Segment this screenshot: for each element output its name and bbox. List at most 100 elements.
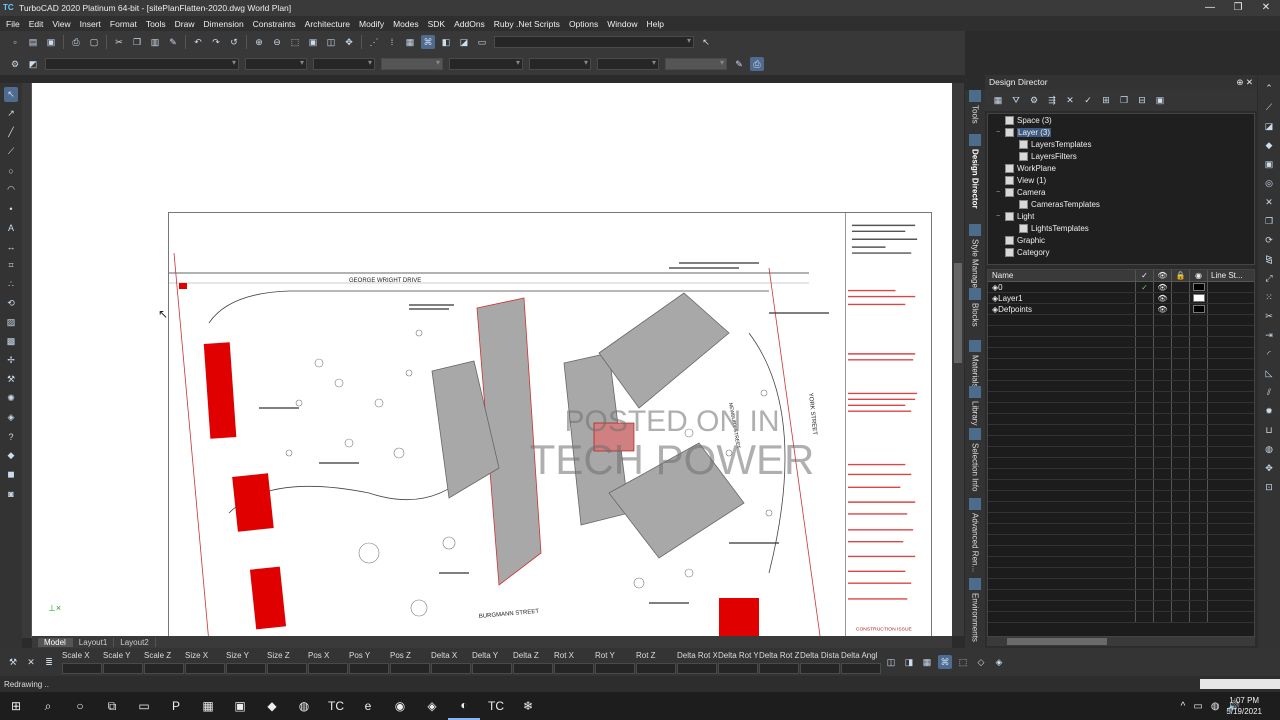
layer-row[interactable]: ◈ Layer1 👁 <box>988 293 1254 304</box>
layer-color-cell[interactable] <box>1190 304 1208 314</box>
taskbar-clock[interactable]: 1:07 PM 5/19/2021 <box>1226 695 1262 717</box>
taskbar-app-6-icon[interactable]: ▦ <box>192 692 224 720</box>
pin-close-icons[interactable]: ⊕ ✕ <box>1236 77 1253 88</box>
construction-tool-icon[interactable]: ⌗ <box>4 258 18 273</box>
move-icon[interactable]: ✥ <box>1262 461 1276 476</box>
size-y-input[interactable] <box>226 662 266 674</box>
menu-draw[interactable]: Draw <box>175 19 195 29</box>
copy-icon[interactable]: ❐ <box>130 35 144 49</box>
properties-icon[interactable]: ⚙ <box>1027 93 1041 107</box>
extend-icon[interactable]: ⇥ <box>1262 328 1276 343</box>
print-icon[interactable]: ⎙ <box>69 35 83 49</box>
hierarchy-icon[interactable]: ⊟ <box>1135 93 1149 107</box>
tree-node-layer-3[interactable]: − Layer (3) <box>988 126 1254 138</box>
layer-line-style[interactable] <box>1208 293 1254 303</box>
ortho-icon[interactable]: ▦ <box>403 35 417 49</box>
taskbar-app-1-icon[interactable]: ⌕ <box>32 692 64 720</box>
undo-history-icon[interactable]: ↺ <box>227 35 241 49</box>
delta-dista-input[interactable] <box>800 662 840 674</box>
rot-x-input[interactable] <box>554 662 594 674</box>
cut-icon[interactable]: ✂ <box>112 35 126 49</box>
pointer-icon[interactable]: ↖ <box>699 35 713 49</box>
pos-x-input[interactable] <box>308 662 348 674</box>
select-arrow-icon[interactable]: ↖ <box>4 87 18 102</box>
snap-end-icon[interactable]: ◆ <box>1262 138 1276 153</box>
scale-z-input[interactable] <box>144 662 184 674</box>
dimension-tool-icon[interactable]: ↔ <box>4 239 18 254</box>
taskbar-app-12-icon[interactable]: ◉ <box>384 692 416 720</box>
cancel-icon[interactable]: ✕ <box>24 655 38 669</box>
open-folder-icon[interactable]: ▤ <box>26 35 40 49</box>
taskbar-app-13-icon[interactable]: ◈ <box>416 692 448 720</box>
undo-icon[interactable]: ↶ <box>191 35 205 49</box>
delete-icon[interactable]: ✕ <box>1063 93 1077 107</box>
redo-icon[interactable]: ↷ <box>209 35 223 49</box>
snap-vertex-icon[interactable]: ◇ <box>974 655 988 669</box>
print-properties-icon[interactable]: ⎙ <box>750 57 764 71</box>
join-icon[interactable]: ⊔ <box>1262 423 1276 438</box>
line-scale-combo[interactable] <box>449 58 523 70</box>
array-icon[interactable]: ⁙ <box>1262 290 1276 305</box>
globe-icon[interactable]: ◍ <box>1262 442 1276 457</box>
column-line-style[interactable]: Line St... <box>1208 270 1254 281</box>
inquiry-tool-icon[interactable]: ? <box>4 429 18 444</box>
grid-icon[interactable]: ⁞ <box>385 35 399 49</box>
color-tool-icon[interactable]: ◼ <box>4 467 18 482</box>
delta-z-input[interactable] <box>513 662 553 674</box>
snap-nearest-icon[interactable]: ◈ <box>992 655 1006 669</box>
tree-node-camera[interactable]: − Camera <box>988 186 1254 198</box>
menu-view[interactable]: View <box>52 19 70 29</box>
template-icon[interactable]: ▣ <box>1153 93 1167 107</box>
menu-architecture[interactable]: Architecture <box>305 19 350 29</box>
drawing-canvas[interactable]: GEORGE WRIGHT DRIVE BURGMANN STREET YORK… <box>32 83 952 636</box>
current-layer-check-icon[interactable] <box>1136 293 1154 303</box>
arc-tool-icon[interactable]: ◠ <box>4 182 18 197</box>
menu-ruby-net-scripts[interactable]: Ruby .Net Scripts <box>494 19 560 29</box>
tree-node-camerastemplates[interactable]: CamerasTemplates <box>988 198 1254 210</box>
gear-icon[interactable]: ⚙ <box>8 57 22 71</box>
menu-addons[interactable]: AddOns <box>454 19 485 29</box>
command-combo[interactable] <box>494 36 694 48</box>
layer-line-style[interactable] <box>1208 282 1254 292</box>
taskbar-app-5-icon[interactable]: P <box>160 692 192 720</box>
tree-node-light[interactable]: − Light <box>988 210 1254 222</box>
scrollbar-thumb[interactable] <box>954 263 962 363</box>
scale-x-input[interactable] <box>62 662 102 674</box>
tree-node-graphic[interactable]: Graphic <box>988 234 1254 246</box>
delta-y-input[interactable] <box>472 662 512 674</box>
menu-constraints[interactable]: Constraints <box>253 19 296 29</box>
menu-tools[interactable]: Tools <box>146 19 166 29</box>
side-tab-style-manager[interactable]: Style Manager <box>967 224 983 291</box>
snap-icon[interactable]: ⋰ <box>367 35 381 49</box>
tree-node-workplane[interactable]: WorkPlane <box>988 162 1254 174</box>
tree-node-layersfilters[interactable]: LayersFilters <box>988 150 1254 162</box>
pencil-icon[interactable]: ✎ <box>732 57 746 71</box>
delta-rot-z-input[interactable] <box>759 662 799 674</box>
snap-tool-icon[interactable]: ∴ <box>4 277 18 292</box>
pattern-combo[interactable] <box>529 58 591 70</box>
lock-toggle[interactable] <box>1172 293 1190 303</box>
tree-node-category[interactable]: Category <box>988 246 1254 258</box>
offset-icon[interactable]: ⫽ <box>1262 385 1276 400</box>
new-layer-icon[interactable]: ▦ <box>991 93 1005 107</box>
zoom-extents-icon[interactable]: ▣ <box>306 35 320 49</box>
chevron-up-icon[interactable]: ⌃ <box>1262 81 1276 96</box>
layer-properties-icon[interactable]: ◩ <box>26 57 40 71</box>
camera-tool-icon[interactable]: ◙ <box>4 486 18 501</box>
side-tab-environments[interactable]: Environments <box>967 578 983 642</box>
hatch-tool-icon[interactable]: ▨ <box>4 315 18 330</box>
fill-combo[interactable] <box>597 58 659 70</box>
delta-angl-input[interactable] <box>841 662 881 674</box>
side-tab-materials[interactable]: Materials <box>967 340 983 387</box>
block-tool-icon[interactable]: ▩ <box>4 334 18 349</box>
color-combo[interactable] <box>245 58 307 70</box>
expand-toggle-icon[interactable]: − <box>994 213 1002 220</box>
taskbar-app-11-icon[interactable]: e <box>352 692 384 720</box>
tab-model[interactable]: Model <box>38 637 73 647</box>
copy-icon[interactable]: ❐ <box>1262 214 1276 229</box>
layer-line-style[interactable] <box>1208 304 1254 314</box>
delta-x-input[interactable] <box>431 662 471 674</box>
layer-combo[interactable] <box>45 58 239 70</box>
properties-icon[interactable]: ▭ <box>475 35 489 49</box>
merge-icon[interactable]: ⇶ <box>1045 93 1059 107</box>
